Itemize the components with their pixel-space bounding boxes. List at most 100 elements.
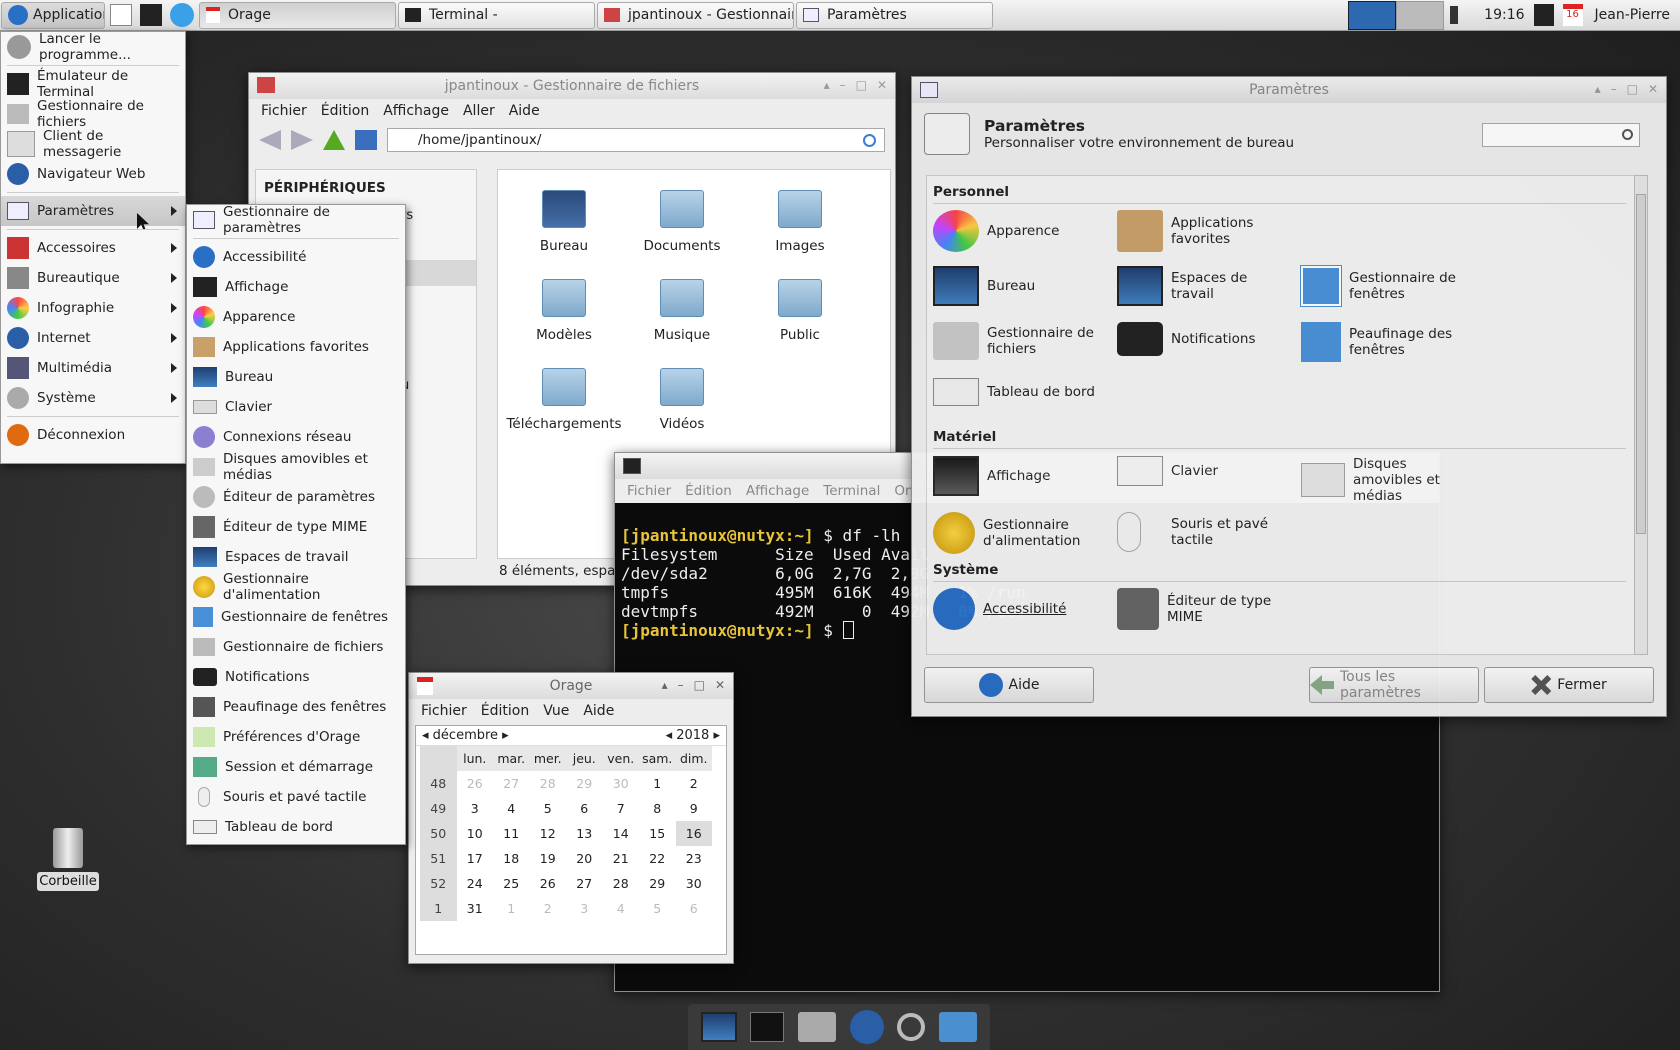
maximize-button[interactable]: □ — [1627, 82, 1638, 96]
submenu-item[interactable]: Peaufinage des fenêtres — [187, 692, 405, 722]
workspace-2[interactable] — [1396, 0, 1445, 30]
submenu-item[interactable]: Gestionnaire de fenêtres — [187, 602, 405, 632]
menu-item-infographie[interactable]: Infographie — [1, 293, 185, 323]
close-button[interactable]: ✕ — [715, 678, 725, 692]
forward-icon[interactable] — [291, 130, 313, 150]
submenu-item[interactable]: Souris et pavé tactile — [187, 782, 405, 812]
workspace-1[interactable] — [1348, 0, 1397, 30]
calendar-day[interactable]: 22 — [639, 846, 676, 871]
location-bar[interactable]: /home/jpantinoux/ — [387, 128, 885, 152]
shade-button[interactable]: ▴ — [662, 678, 668, 692]
item-clavier[interactable]: Clavier — [1117, 456, 1287, 486]
menu-item-multimedia[interactable]: Multimédia — [1, 353, 185, 383]
submenu-item[interactable]: Connexions réseau — [187, 422, 405, 452]
shade-button[interactable]: ▴ — [1595, 82, 1601, 96]
workspace-switcher[interactable] — [1348, 0, 1445, 30]
shade-button[interactable]: ▴ — [824, 78, 830, 92]
calendar-day[interactable]: 12 — [530, 821, 567, 846]
prev-year-icon[interactable]: ◂ — [666, 728, 677, 743]
next-year-icon[interactable]: ▸ — [709, 728, 720, 743]
menu-item-mail-client[interactable]: Client de messagerie — [1, 128, 185, 160]
calendar-day[interactable]: 3 — [457, 796, 494, 821]
menu-fichier[interactable]: Fichier — [627, 483, 671, 499]
calendar-day[interactable]: 6 — [676, 896, 713, 921]
menu-item-file-manager[interactable]: Gestionnaire de fichiers — [1, 98, 185, 130]
menu-item-accessoires[interactable]: Accessoires — [1, 233, 185, 263]
search-icon[interactable] — [897, 1013, 926, 1041]
bird-launcher-icon[interactable] — [170, 3, 194, 27]
calendar-day[interactable]: 30 — [603, 771, 640, 796]
menu-item-systeme[interactable]: Système — [1, 383, 185, 413]
calendar-day[interactable]: 2 — [676, 771, 713, 796]
month-selector[interactable]: ◂ décembre ▸ — [422, 728, 509, 743]
item-espaces-de-travail[interactable]: Espaces de travail — [1117, 266, 1287, 306]
calendar-day[interactable]: 9 — [676, 796, 713, 821]
menu-vue[interactable]: Vue — [543, 703, 569, 719]
task-file-manager[interactable]: jpantinoux - Gestionnaire d... — [597, 1, 794, 29]
submenu-item[interactable]: Éditeur de type MIME — [187, 512, 405, 542]
show-desktop-icon[interactable] — [700, 1012, 737, 1042]
folder-telechargements[interactable]: Téléchargements — [504, 368, 624, 432]
reload-icon[interactable] — [863, 133, 876, 147]
calendar-day-today[interactable]: 16 — [675, 821, 712, 846]
menu-terminal[interactable]: Terminal — [823, 483, 880, 499]
submenu-item[interactable]: Affichage — [187, 272, 405, 302]
calendar-day[interactable]: 19 — [530, 846, 567, 871]
item-disques-amovibles[interactable]: Disques amovibles et médias — [1301, 456, 1471, 504]
calendar-day[interactable]: 29 — [639, 871, 676, 896]
trash-desktop-icon[interactable]: Corbeille — [37, 828, 99, 891]
calendar-day[interactable]: 6 — [566, 796, 603, 821]
web-browser-icon[interactable] — [849, 1010, 884, 1044]
item-accessibilite[interactable]: Accessibilité — [933, 588, 1103, 630]
calendar-day[interactable]: 21 — [603, 846, 640, 871]
item-bureau[interactable]: Bureau — [933, 266, 1103, 306]
calendar-day[interactable]: 28 — [603, 871, 640, 896]
year-selector[interactable]: ◂ 2018 ▸ — [666, 728, 720, 743]
menu-affichage[interactable]: Affichage — [746, 483, 809, 499]
task-orage[interactable]: Orage — [199, 1, 396, 29]
minimize-button[interactable]: – — [1611, 82, 1617, 96]
calendar-day[interactable]: 2 — [530, 896, 567, 921]
submenu-item[interactable]: Disques amovibles et médias — [187, 451, 405, 483]
folder-public[interactable]: Public — [740, 279, 860, 343]
menu-item-internet[interactable]: Internet — [1, 323, 185, 353]
item-editeur-mime[interactable]: Éditeur de type MIME — [1117, 588, 1287, 630]
menu-affichage[interactable]: Affichage — [383, 103, 449, 119]
calendar-day[interactable]: 11 — [493, 821, 530, 846]
folder-musique[interactable]: Musique — [622, 279, 742, 343]
up-icon[interactable] — [323, 130, 345, 150]
close-settings-button[interactable]: Fermer — [1484, 667, 1654, 703]
cards-game-icon[interactable] — [110, 4, 132, 26]
item-affichage[interactable]: Affichage — [933, 456, 1103, 496]
task-terminal[interactable]: Terminal - — [398, 1, 595, 29]
volume-icon[interactable] — [1450, 6, 1472, 24]
clock[interactable]: 19:16 — [1484, 7, 1524, 23]
sidebar-selected-row[interactable] — [401, 260, 476, 286]
task-settings[interactable]: Paramètres — [796, 1, 993, 29]
calendar-day[interactable]: 29 — [566, 771, 603, 796]
calendar-day[interactable]: 4 — [603, 896, 640, 921]
terminal-launcher-icon[interactable] — [140, 4, 162, 26]
calendar-day[interactable]: 1 — [493, 896, 530, 921]
terminal-icon[interactable] — [750, 1012, 785, 1042]
calendar-day[interactable]: 5 — [639, 896, 676, 921]
submenu-item[interactable]: Bureau — [187, 362, 405, 392]
submenu-item[interactable]: Éditeur de paramètres — [187, 482, 405, 512]
minimize-button[interactable]: – — [678, 678, 684, 692]
calendar-day[interactable]: 31 — [457, 896, 494, 921]
menu-item-terminal[interactable]: Émulateur de Terminal — [1, 68, 185, 100]
close-button[interactable]: ✕ — [1648, 82, 1658, 96]
calendar-day[interactable]: 14 — [603, 821, 640, 846]
minimize-button[interactable]: – — [840, 78, 846, 92]
settings-scrollbar[interactable] — [1634, 175, 1648, 655]
calendar-day[interactable]: 7 — [603, 796, 640, 821]
home-nav-icon[interactable] — [355, 130, 377, 150]
submenu-item[interactable]: Tableau de bord — [187, 812, 405, 842]
menu-item-run-program[interactable]: Lancer le programme... — [1, 31, 185, 63]
maximize-button[interactable]: □ — [856, 78, 867, 92]
menu-fichier[interactable]: Fichier — [421, 703, 467, 719]
menu-item-web-browser[interactable]: Navigateur Web — [1, 159, 185, 189]
submenu-item[interactable]: Accessibilité — [187, 242, 405, 272]
window-titlebar[interactable]: Orage ▴ – □ ✕ — [409, 673, 733, 699]
help-button[interactable]: Aide — [924, 667, 1094, 703]
